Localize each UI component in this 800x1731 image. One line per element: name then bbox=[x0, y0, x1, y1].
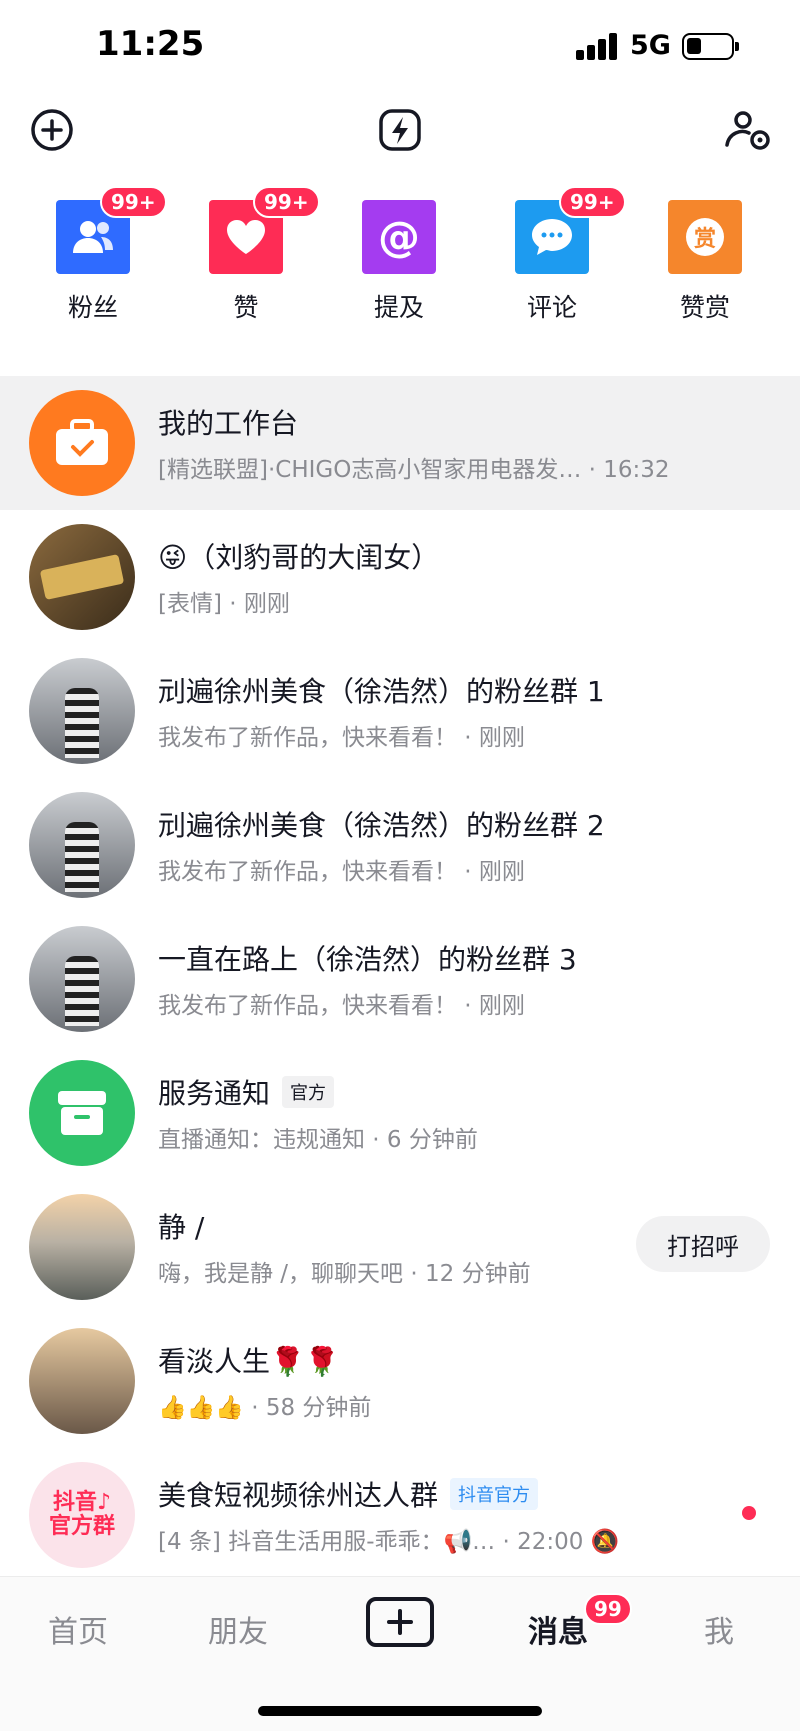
list-item[interactable]: 静 / 嗨，我是静 /，聊聊天吧 · 12 分钟前 打招呼 bbox=[0, 1180, 800, 1314]
signal-icon bbox=[576, 32, 618, 60]
messages-badge: 99 bbox=[584, 1593, 632, 1625]
battery-icon bbox=[682, 33, 739, 60]
fans-badge: 99+ bbox=[100, 186, 167, 218]
item-title: 我的工作台 bbox=[158, 407, 299, 440]
contacts-settings-icon[interactable] bbox=[718, 100, 778, 160]
status-time: 11:25 bbox=[96, 24, 205, 64]
list-item[interactable]: 😜（刘豹哥的大闺女） [表情] · 刚刚 bbox=[0, 510, 800, 644]
item-title: 刓遍徐州美食（徐浩然）的粉丝群 1 bbox=[158, 675, 605, 708]
likes-entry[interactable]: 99+ 赞 bbox=[191, 186, 320, 324]
heart-icon: 99+ bbox=[209, 186, 320, 274]
item-subtitle: 我发布了新作品，快来看看！ · 刚刚 bbox=[158, 859, 525, 885]
network-type: 5G bbox=[630, 30, 671, 61]
item-title: 静 / bbox=[158, 1211, 205, 1244]
avatar bbox=[29, 658, 135, 764]
unread-dot bbox=[742, 1506, 756, 1520]
greet-button[interactable]: 打招呼 bbox=[636, 1216, 770, 1272]
top-bar bbox=[0, 100, 800, 160]
add-circle-icon[interactable] bbox=[22, 100, 82, 160]
list-item[interactable]: 服务通知 官方 直播通知：违规通知 · 6 分钟前 bbox=[0, 1046, 800, 1180]
tab-me[interactable]: 我 bbox=[704, 1607, 734, 1651]
likes-badge: 99+ bbox=[253, 186, 320, 218]
quick-actions: 99+ 粉丝 99+ 赞 @ 提及 99+ 评论 赏 赞赏 bbox=[0, 186, 800, 340]
workbench-icon bbox=[29, 390, 135, 496]
official-tag: 官方 bbox=[282, 1076, 335, 1108]
tab-home[interactable]: 首页 bbox=[48, 1607, 108, 1651]
list-item[interactable]: 抖音♪官方群 美食短视频徐州达人群 抖音官方 [4 条] 抖音生活用服-乖乖：📢… bbox=[0, 1448, 800, 1582]
comment-icon: 99+ bbox=[515, 186, 626, 274]
plus-icon bbox=[387, 1609, 413, 1635]
item-title: 😜（刘豹哥的大闺女） bbox=[158, 541, 440, 574]
reward-icon: 赏 bbox=[668, 200, 742, 274]
list-item[interactable]: 一直在路上（徐浩然）的粉丝群 3 我发布了新作品，快来看看！ · 刚刚 bbox=[0, 912, 800, 1046]
users-icon: 99+ bbox=[56, 186, 167, 274]
list-item[interactable]: 刓遍徐州美食（徐浩然）的粉丝群 1 我发布了新作品，快来看看！ · 刚刚 bbox=[0, 644, 800, 778]
item-subtitle: 👍👍👍 · 58 分钟前 bbox=[158, 1395, 372, 1421]
status-bar: 11:25 5G bbox=[0, 0, 800, 90]
mentions-label: 提及 bbox=[373, 293, 424, 322]
avatar bbox=[29, 926, 135, 1032]
message-list: 我的工作台 [精选联盟]·CHIGO志高小智家用电器发… · 16:32 😜（刘… bbox=[0, 376, 800, 1582]
item-subtitle: [精选联盟]·CHIGO志高小智家用电器发… · 16:32 bbox=[158, 457, 670, 483]
rewards-entry[interactable]: 赏 赞赏 bbox=[650, 200, 760, 324]
item-title: 一直在路上（徐浩然）的粉丝群 3 bbox=[158, 943, 577, 976]
item-subtitle: [表情] · 刚刚 bbox=[158, 591, 290, 617]
item-title: 看淡人生🌹🌹 bbox=[158, 1345, 340, 1378]
list-item[interactable]: 我的工作台 [精选联盟]·CHIGO志高小智家用电器发… · 16:32 bbox=[0, 376, 800, 510]
item-subtitle: [4 条] 抖音生活用服-乖乖：📢… · 22:00 🔕 bbox=[158, 1529, 620, 1555]
fans-entry[interactable]: 99+ 粉丝 bbox=[38, 186, 167, 324]
item-subtitle: 直播通知：违规通知 · 6 分钟前 bbox=[158, 1127, 478, 1153]
publish-button[interactable] bbox=[366, 1597, 434, 1647]
comments-label: 评论 bbox=[526, 293, 577, 322]
avatar bbox=[29, 792, 135, 898]
item-title: 服务通知 官方 bbox=[158, 1072, 335, 1112]
douyin-group-avatar: 抖音♪官方群 bbox=[29, 1462, 135, 1568]
item-subtitle: 我发布了新作品，快来看看！ · 刚刚 bbox=[158, 993, 525, 1019]
avatar bbox=[29, 1194, 135, 1300]
likes-label: 赞 bbox=[233, 293, 259, 322]
mentions-entry[interactable]: @ 提及 bbox=[344, 200, 454, 324]
avatar bbox=[29, 1328, 135, 1434]
list-item[interactable]: 刓遍徐州美食（徐浩然）的粉丝群 2 我发布了新作品，快来看看！ · 刚刚 bbox=[0, 778, 800, 912]
item-title: 美食短视频徐州达人群 抖音官方 bbox=[158, 1474, 539, 1514]
item-subtitle: 嗨，我是静 /，聊聊天吧 · 12 分钟前 bbox=[158, 1261, 531, 1287]
inbox-icon bbox=[29, 1060, 135, 1166]
comments-entry[interactable]: 99+ 评论 bbox=[497, 186, 626, 324]
home-indicator bbox=[258, 1706, 542, 1716]
comments-badge: 99+ bbox=[559, 186, 626, 218]
rewards-label: 赞赏 bbox=[679, 293, 730, 322]
fans-label: 粉丝 bbox=[67, 293, 118, 322]
avatar bbox=[29, 524, 135, 630]
tab-messages[interactable]: 消息 bbox=[528, 1607, 588, 1651]
item-title: 刓遍徐州美食（徐浩然）的粉丝群 2 bbox=[158, 809, 605, 842]
list-item[interactable]: 看淡人生🌹🌹 👍👍👍 · 58 分钟前 bbox=[0, 1314, 800, 1448]
at-icon: @ bbox=[362, 200, 436, 274]
lightning-icon[interactable] bbox=[370, 100, 430, 160]
tab-friends[interactable]: 朋友 bbox=[208, 1607, 268, 1651]
item-subtitle: 我发布了新作品，快来看看！ · 刚刚 bbox=[158, 725, 525, 751]
douyin-official-tag: 抖音官方 bbox=[450, 1478, 539, 1510]
